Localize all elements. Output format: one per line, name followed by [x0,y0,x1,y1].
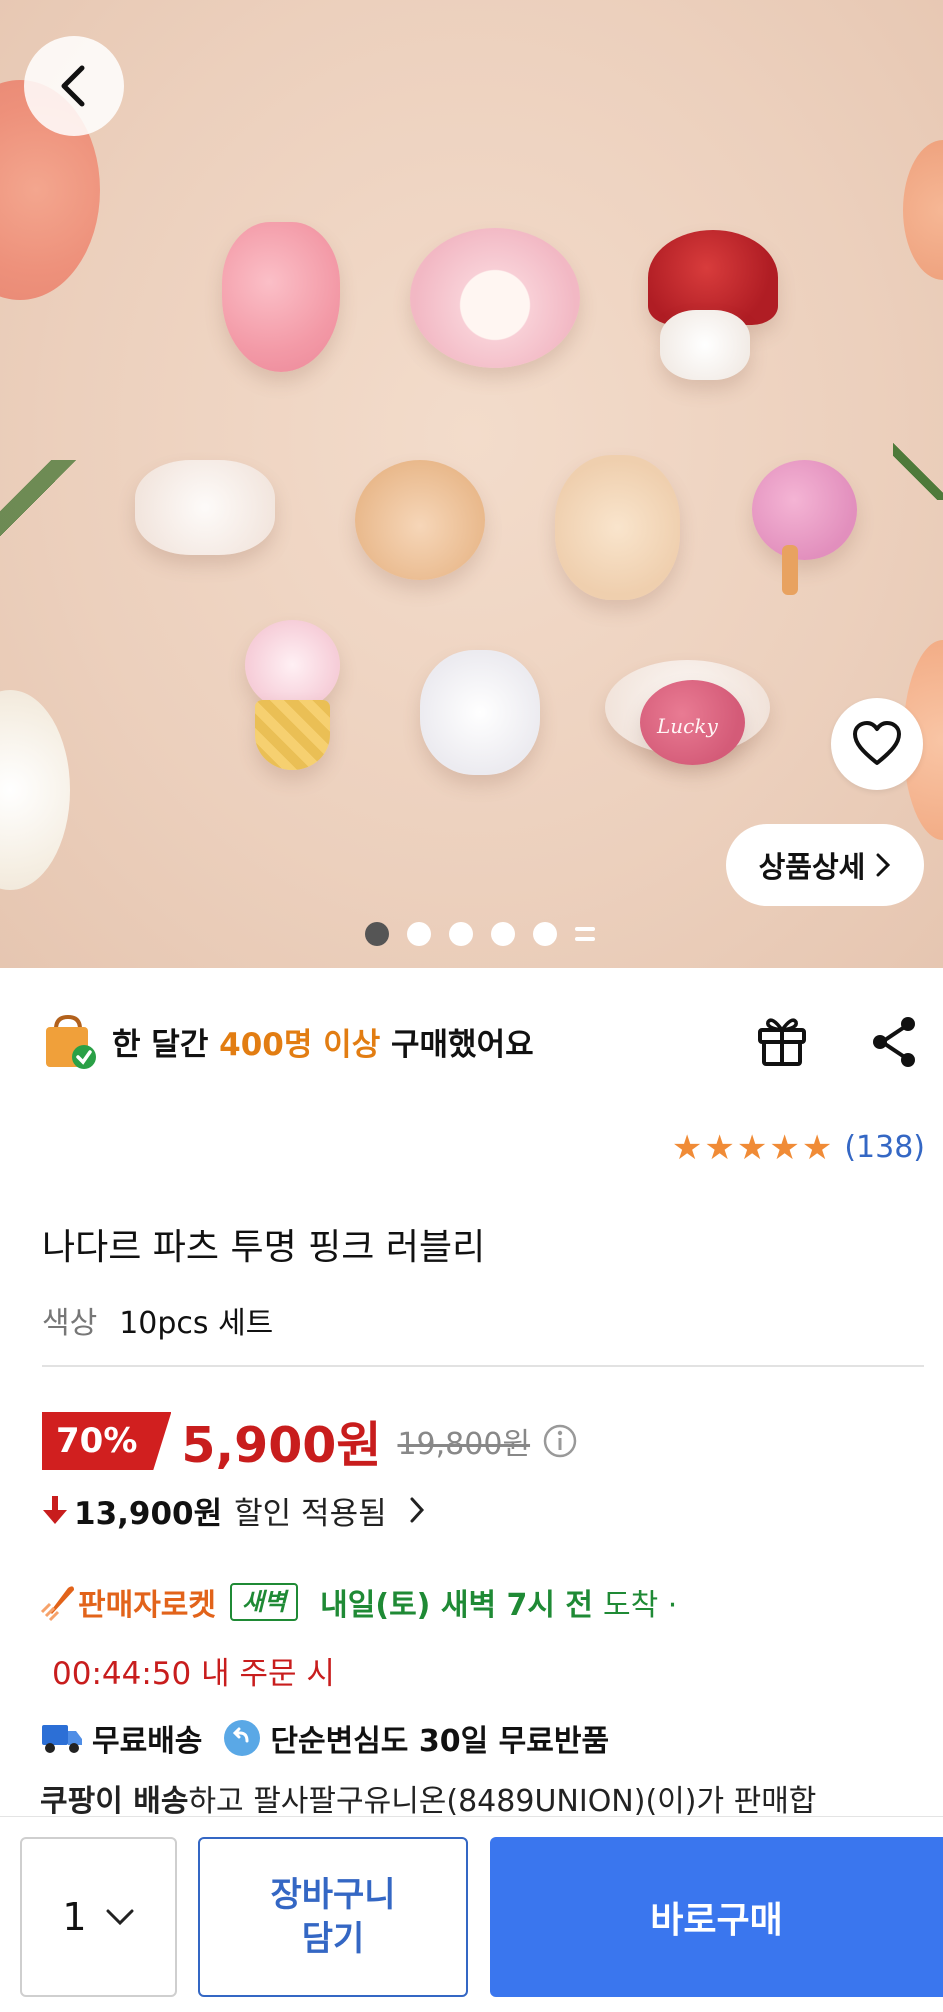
rocket-label: 판매자로켓 [78,1588,216,1623]
info-icon[interactable] [542,1423,578,1459]
chevron-right-icon [876,853,891,877]
original-price: 19,800원 [397,1427,531,1462]
price-row: 70% 5,900원 19,800원 [42,1410,578,1474]
product-page: Lucky 상품상세 한 달간 400명 이상 구매했어요 ★ ★ ★ ★ ★ … [0,0,943,2012]
product-option: 색상 10pcs 세트 [42,1298,273,1342]
option-label: 색상 [42,1306,98,1341]
decor-flower [903,140,943,280]
bottom-action-bar: 1 장바구니 담기 바로구매 [0,1816,943,2012]
quantity-value: 1 [62,1895,87,1939]
rocket-delivery-row: 판매자로켓 새벽 내일(토) 새벽 7시 전 도착 · [40,1576,677,1628]
dawn-badge: 새벽 [230,1583,299,1621]
share-icon[interactable] [868,1014,920,1070]
cart-label-line2: 담기 [301,1919,365,1959]
charm-bow [135,460,275,555]
star-icon: ★ [704,1127,735,1168]
carousel-dot[interactable] [533,922,557,946]
carousel-more-icon [575,924,595,944]
coupon-discount-row[interactable]: 13,900원 할인 적용됨 [42,1484,425,1536]
rating-summary[interactable]: ★ ★ ★ ★ ★ (138) [672,1130,925,1165]
cart-label-line1: 장바구니 [270,1874,396,1915]
charm-lucky-text: Lucky [657,714,718,738]
sale-price: 5,900원 [181,1416,382,1474]
shopping-bag-check-icon [46,1014,96,1069]
charm-mushroom-stem [660,310,750,380]
charm-lollipop-stick [782,545,798,595]
star-icon: ★ [801,1127,833,1168]
buy-now-button[interactable]: 바로구매 [490,1837,943,1997]
buy-now-label: 바로구매 [650,1900,783,1941]
product-detail-label: 상품상세 [758,850,866,884]
product-image-carousel[interactable]: Lucky 상품상세 [0,0,943,968]
heart-icon [853,721,901,765]
discount-badge: 70% [42,1412,172,1470]
quantity-select[interactable]: 1 [20,1837,177,1997]
carousel-dot[interactable] [449,922,473,946]
add-to-cart-button[interactable]: 장바구니 담기 [198,1837,468,1997]
coupon-amount: 13,900원 [74,1495,223,1532]
decor-leaf [893,440,943,500]
free-return: 단순변심도 30일 무료반품 [270,1724,610,1759]
carousel-indicator [365,922,595,946]
carousel-dot[interactable] [491,922,515,946]
product-title: 나다르 파츠 투명 핑크 러블리 [42,1227,486,1268]
charm-bear-face [355,460,485,580]
back-icon [61,65,85,107]
free-shipping: 무료배송 [92,1724,203,1759]
back-button[interactable] [24,36,124,136]
arrow-down-icon [43,1496,67,1524]
star-icon: ★ [671,1127,703,1168]
divider [42,1365,924,1367]
charm-lollipop [752,460,857,560]
star-icon: ★ [769,1127,800,1168]
option-value: 10pcs 세트 [119,1306,274,1341]
shipping-row: 무료배송 단순변심도 30일 무료반품 [40,1712,609,1764]
carousel-dot[interactable] [407,922,431,946]
rocket-icon [40,1586,74,1622]
carousel-dot[interactable] [365,922,389,946]
purchase-stat-text: 한 달간 400명 이상 구매했어요 [112,1026,534,1063]
review-count[interactable]: (138) [844,1130,925,1165]
charm-strawberry [222,222,340,372]
gift-icon[interactable] [752,1010,812,1070]
return-icon [224,1720,261,1756]
seller-info: 쿠팡이 배송하고 팔사팔구유니온(8489UNION)(이)가 판매합 [40,1784,817,1819]
decor-flower [0,690,70,890]
charm-bunny [420,650,540,775]
decor-leaf [0,460,80,550]
wishlist-button[interactable] [831,698,923,790]
charm-ice-cream-cone [255,700,330,770]
arrival-time: 내일(토) 새벽 7시 전 [320,1588,594,1623]
arrival-suffix: 도착 · [603,1588,678,1623]
chevron-down-icon [106,1909,134,1926]
order-deadline: 00:44:50 내 주문 시 [52,1656,335,1692]
charm-ice-cream-top [245,620,340,710]
truck-icon [42,1725,82,1753]
coupon-text: 할인 적용됨 [234,1495,387,1532]
charm-sheep [410,228,580,368]
star-icon: ★ [736,1127,768,1168]
product-detail-button[interactable]: 상품상세 [726,824,924,906]
chevron-right-icon [410,1497,424,1523]
charm-gummy-bear [555,455,680,600]
purchase-stat-row: 한 달간 400명 이상 구매했어요 [42,1004,922,1078]
